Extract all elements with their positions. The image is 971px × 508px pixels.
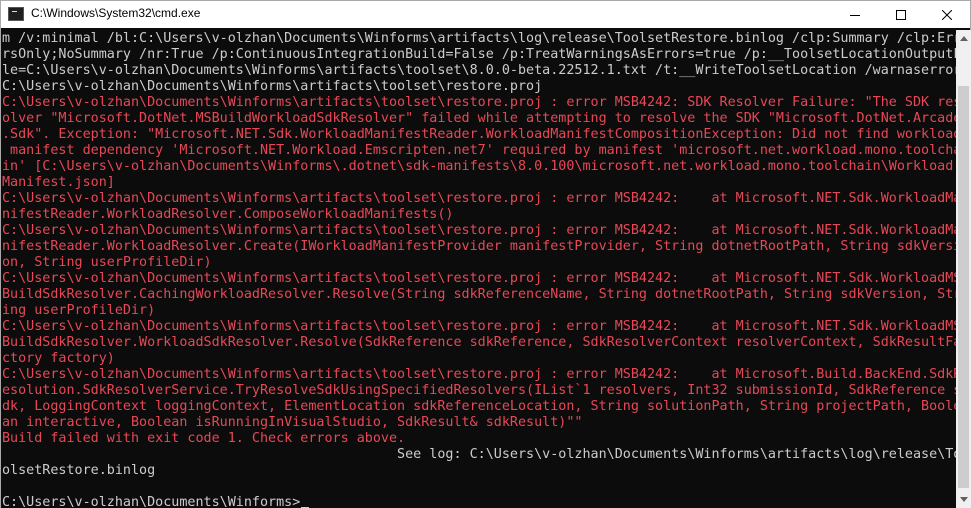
scroll-up-arrow-icon xyxy=(959,36,968,41)
console-error-line: .Sdk". Exception: "Microsoft.NET.Sdk.Wor… xyxy=(2,127,956,142)
title-bar[interactable]: C:\Windows\System32\cmd.exe xyxy=(1,1,970,28)
console-error-line: BuildSdkResolver.WorkloadSdkResolver.Res… xyxy=(2,335,956,350)
console-line: le=C:\Users\v-olzhan\Documents\Winforms\… xyxy=(2,63,956,78)
console-error-line: esolution.SdkResolverService.TryResolveS… xyxy=(2,383,956,398)
maximize-icon xyxy=(896,9,906,20)
console-error-line: an interactive, Boolean isRunningInVisua… xyxy=(2,415,583,430)
minimize-button[interactable] xyxy=(832,1,878,28)
console-error-line: C:\Users\v-olzhan\Documents\Winforms\art… xyxy=(2,271,956,286)
console-error-line: dk, LoggingContext loggingContext, Eleme… xyxy=(2,399,956,414)
console-error-line: ing userProfileDir) xyxy=(2,303,156,318)
console-error-line: nifestReader.WorkloadResolver.Create(IWo… xyxy=(2,239,956,254)
console-error-line: nifestReader.WorkloadResolver.ComposeWor… xyxy=(2,207,454,222)
console-output[interactable]: m /v:minimal /bl:C:\Users\v-olzhan\Docum… xyxy=(1,30,956,508)
console-line: m /v:minimal /bl:C:\Users\v-olzhan\Docum… xyxy=(2,31,956,46)
console-error-line: C:\Users\v-olzhan\Documents\Winforms\art… xyxy=(2,223,956,238)
cmd-icon xyxy=(8,7,24,21)
console-error-line: C:\Users\v-olzhan\Documents\Winforms\art… xyxy=(2,367,956,382)
scroll-up-button[interactable] xyxy=(956,30,971,47)
window-title: C:\Windows\System32\cmd.exe xyxy=(31,6,201,20)
console-error-line: manifest dependency 'Microsoft.NET.Workl… xyxy=(2,143,956,158)
scroll-thumb[interactable] xyxy=(958,86,969,488)
console-line: olsetRestore.binlog xyxy=(2,463,156,478)
cmd-window: C:\Windows\System32\cmd.exe m /v:minimal… xyxy=(0,0,971,508)
scroll-down-button[interactable] xyxy=(956,491,971,508)
console-error-line: Manifest.json] xyxy=(2,175,115,190)
close-icon xyxy=(942,9,952,20)
console-error-line: C:\Users\v-olzhan\Documents\Winforms\art… xyxy=(2,319,956,334)
close-button[interactable] xyxy=(924,1,970,28)
console-error-line: ctory factory) xyxy=(2,351,115,366)
console-error-line: C:\Users\v-olzhan\Documents\Winforms\art… xyxy=(2,95,956,110)
console-error-line: in' [C:\Users\v-olzhan\Documents\Winform… xyxy=(2,159,954,174)
vertical-scrollbar[interactable] xyxy=(956,30,971,508)
maximize-button[interactable] xyxy=(878,1,924,28)
console-line: rsOnly;NoSummary /nr:True /p:ContinuousI… xyxy=(2,47,956,62)
minimize-icon xyxy=(850,14,860,16)
scroll-down-arrow-icon xyxy=(959,497,968,502)
console-prompt-line: C:\Users\v-olzhan\Documents\Winforms> xyxy=(2,495,310,508)
console-error-line: C:\Users\v-olzhan\Documents\Winforms\art… xyxy=(2,191,956,206)
console-line: C:\Users\v-olzhan\Documents\Winforms\art… xyxy=(2,79,543,94)
console-error-line: BuildSdkResolver.CachingWorkloadResolver… xyxy=(2,287,956,302)
console-line: See log: C:\Users\v-olzhan\Documents\Win… xyxy=(2,447,956,462)
console-error-line: on, String userProfileDir) xyxy=(2,255,212,270)
console-error-line: olver "Microsoft.DotNet.MSBuildWorkloadS… xyxy=(2,111,956,126)
console-error-line: Build failed with exit code 1. Check err… xyxy=(2,431,406,446)
